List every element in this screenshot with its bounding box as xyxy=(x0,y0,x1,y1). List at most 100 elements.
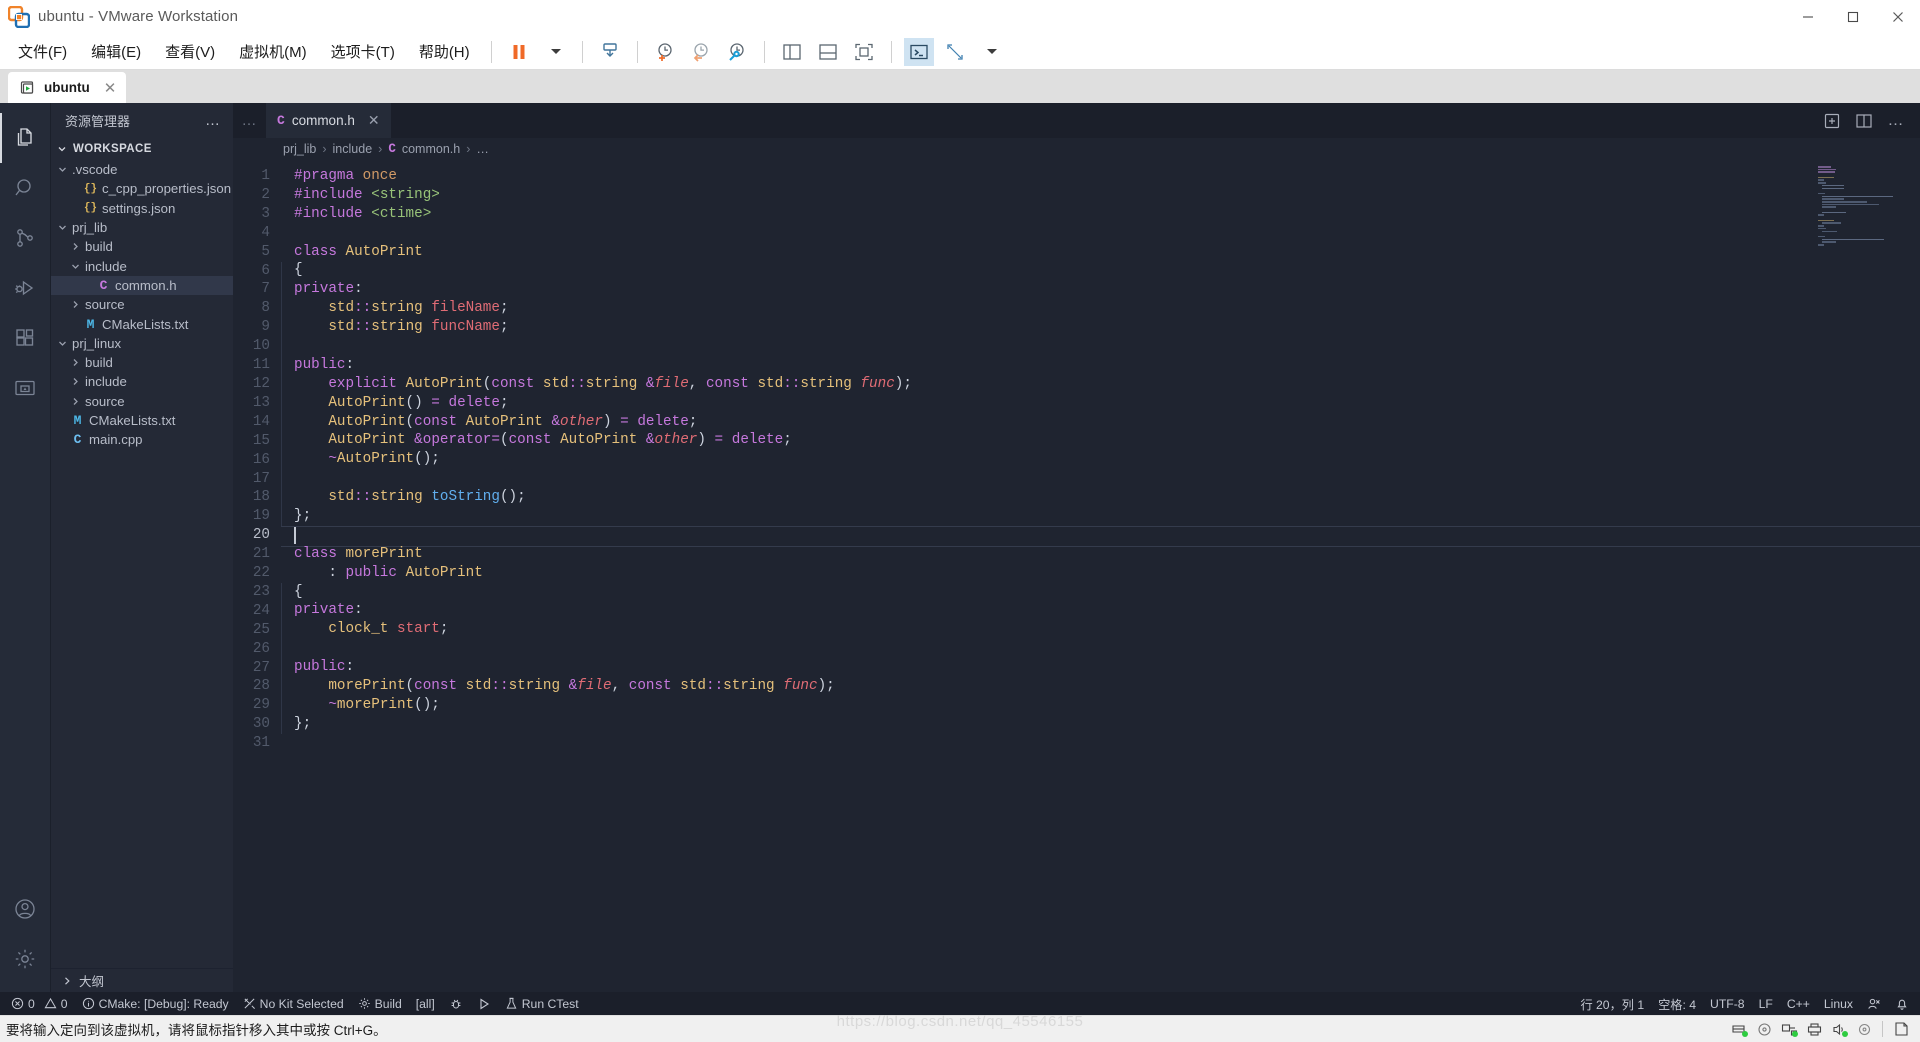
breadcrumb-item-1[interactable]: include xyxy=(333,142,373,156)
activitybar-item-extensions[interactable] xyxy=(0,313,51,363)
pause-icon[interactable] xyxy=(504,38,534,66)
close-icon[interactable]: ✕ xyxy=(104,79,117,97)
tree-item-c-cpp-properties-json[interactable]: {} c_cpp_properties.json xyxy=(51,179,233,198)
menu-view[interactable]: 查看(V) xyxy=(155,37,225,66)
stretch-icon[interactable] xyxy=(940,38,970,66)
code-line[interactable]: private: xyxy=(294,601,1920,620)
code-line[interactable]: }; xyxy=(294,507,1920,526)
activitybar-item-search[interactable] xyxy=(0,163,51,213)
breadcrumb-item-2[interactable]: common.h xyxy=(402,142,460,156)
tree-item-common-h[interactable]: Ccommon.h xyxy=(51,275,233,296)
code-line[interactable]: AutoPrint() = delete; xyxy=(294,394,1920,413)
code-line[interactable]: ~AutoPrint(); xyxy=(294,450,1920,469)
tree-item-source[interactable]: source xyxy=(51,392,233,411)
code-line[interactable]: public: xyxy=(294,658,1920,677)
activitybar-item-source-control[interactable] xyxy=(0,213,51,263)
code-line[interactable] xyxy=(294,337,1920,356)
code-line[interactable]: #pragma once xyxy=(294,167,1920,186)
code-line[interactable]: explicit AutoPrint(const std::string &fi… xyxy=(294,375,1920,394)
sound-icon[interactable] xyxy=(1828,1019,1850,1039)
code-line[interactable]: clock_t start; xyxy=(294,620,1920,639)
code-content[interactable]: #pragma once #include <string> #include <c… xyxy=(281,160,1920,992)
open-changes-icon[interactable] xyxy=(1818,107,1846,135)
tree-item-build[interactable]: build xyxy=(51,353,233,372)
status-build-target[interactable]: [all] xyxy=(409,992,442,1015)
status-kit-selector[interactable]: No Kit Selected xyxy=(236,992,351,1015)
split-editor-right-icon[interactable] xyxy=(1850,107,1878,135)
breadcrumb-item-3[interactable]: … xyxy=(476,142,489,156)
breadcrumb-item-0[interactable]: prj_lib xyxy=(283,142,316,156)
status-language-mode[interactable]: C++ xyxy=(1780,992,1817,1015)
code-line[interactable] xyxy=(294,734,1920,753)
snapshot-manager-icon[interactable] xyxy=(595,38,625,66)
code-line[interactable]: class AutoPrint xyxy=(294,243,1920,262)
status-debug-button[interactable] xyxy=(442,992,470,1015)
code-line[interactable]: class morePrint xyxy=(294,545,1920,564)
minimap[interactable] xyxy=(1818,166,1906,246)
activitybar-item-settings[interactable] xyxy=(0,934,51,984)
menu-help[interactable]: 帮助(H) xyxy=(409,37,480,66)
take-snapshot-icon[interactable] xyxy=(650,38,680,66)
status-cursor-position[interactable]: 行 20，列 1 xyxy=(1573,992,1651,1015)
tree-item-include[interactable]: include xyxy=(51,372,233,391)
editor-scrollbar[interactable] xyxy=(1906,160,1920,992)
activitybar-item-remote-explorer[interactable] xyxy=(0,363,51,413)
minimize-button[interactable] xyxy=(1785,0,1830,34)
code-line[interactable]: ~morePrint(); xyxy=(294,696,1920,715)
code-line[interactable] xyxy=(281,525,1920,547)
floppy-icon[interactable] xyxy=(1853,1019,1875,1039)
code-line[interactable]: AutoPrint(const AutoPrint &other) = dele… xyxy=(294,413,1920,432)
revert-snapshot-icon[interactable] xyxy=(686,38,716,66)
outline-section-header[interactable]: 大纲 xyxy=(51,968,233,992)
status-cmake[interactable]: CMake: [Debug]: Ready xyxy=(75,992,236,1015)
code-line[interactable]: private: xyxy=(294,280,1920,299)
code-line[interactable]: std::string toString(); xyxy=(294,488,1920,507)
close-icon[interactable]: ✕ xyxy=(368,112,380,129)
tree-item--vscode[interactable]: .vscode xyxy=(51,160,233,179)
code-line[interactable]: std::string funcName; xyxy=(294,318,1920,337)
code-line[interactable] xyxy=(294,639,1920,658)
activitybar-item-accounts[interactable] xyxy=(0,884,51,934)
menu-edit[interactable]: 编辑(E) xyxy=(81,37,151,66)
usb-icon[interactable] xyxy=(1890,1019,1912,1039)
tree-item-prj-linux[interactable]: prj_linux xyxy=(51,334,233,353)
show-sidebar-icon[interactable] xyxy=(777,38,807,66)
dropdown-caret-icon[interactable] xyxy=(540,38,570,66)
menu-tabs[interactable]: 选项卡(T) xyxy=(321,37,405,66)
code-line[interactable] xyxy=(294,469,1920,488)
code-line[interactable]: std::string fileName; xyxy=(294,299,1920,318)
tree-item-main-cpp[interactable]: Cmain.cpp xyxy=(51,430,233,449)
status-launch-button[interactable] xyxy=(470,992,498,1015)
status-problems[interactable]: 0 0 xyxy=(4,992,75,1015)
tree-item-include[interactable]: include xyxy=(51,256,233,275)
fullscreen-icon[interactable] xyxy=(849,38,879,66)
more-actions-icon[interactable]: … xyxy=(1882,107,1910,135)
stretch-caret-icon[interactable] xyxy=(976,38,1006,66)
tree-item-build[interactable]: build xyxy=(51,237,233,256)
code-editor[interactable]: 1 2 3 4 5 6 7 8 9 10 11 12 13 14 15 16 17 18 19 20 21 22 23 24 2… xyxy=(233,160,1920,992)
network-icon[interactable] xyxy=(1778,1019,1800,1039)
status-feedback[interactable] xyxy=(1860,992,1888,1015)
tree-item-cmakelists-txt[interactable]: M CMakeLists.txt xyxy=(51,411,233,430)
status-encoding[interactable]: UTF-8 xyxy=(1703,992,1752,1015)
tree-item-cmakelists-txt[interactable]: M CMakeLists.txt xyxy=(51,314,233,333)
hard-disk-icon[interactable] xyxy=(1728,1019,1750,1039)
workspace-section-header[interactable]: WORKSPACE xyxy=(51,138,233,160)
status-indentation[interactable]: 空格: 4 xyxy=(1651,992,1703,1015)
code-line[interactable]: #include <string> xyxy=(294,186,1920,205)
close-button[interactable] xyxy=(1875,0,1920,34)
activitybar-item-explorer[interactable] xyxy=(0,113,51,163)
unity-icon[interactable] xyxy=(903,37,934,66)
maximize-button[interactable] xyxy=(1830,0,1875,34)
code-line[interactable]: #include <ctime> xyxy=(294,205,1920,224)
status-run-ctest[interactable]: Run CTest xyxy=(498,992,586,1015)
menu-file[interactable]: 文件(F) xyxy=(8,37,77,66)
code-line[interactable]: }; xyxy=(294,715,1920,734)
editor-tab-common-h[interactable]: C common.h ✕ xyxy=(266,103,392,138)
code-line[interactable]: morePrint(const std::string &file, const… xyxy=(294,677,1920,696)
more-tabs-icon[interactable]: … xyxy=(233,103,266,138)
code-line[interactable]: public: xyxy=(294,356,1920,375)
menu-vm[interactable]: 虚拟机(M) xyxy=(229,37,317,66)
code-line[interactable] xyxy=(294,224,1920,243)
tree-item-source[interactable]: source xyxy=(51,295,233,314)
